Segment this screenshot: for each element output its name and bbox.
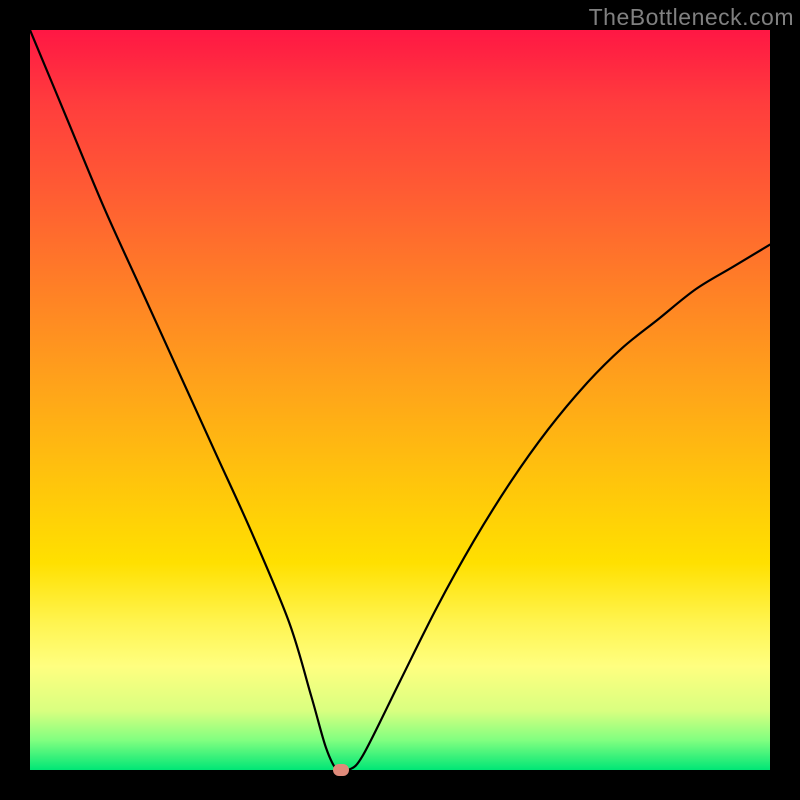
plot-area [30,30,770,770]
chart-frame: TheBottleneck.com [0,0,800,800]
min-point-marker [333,764,349,776]
curve-svg [30,30,770,770]
bottleneck-curve-path [30,30,770,770]
watermark-text: TheBottleneck.com [589,4,794,31]
